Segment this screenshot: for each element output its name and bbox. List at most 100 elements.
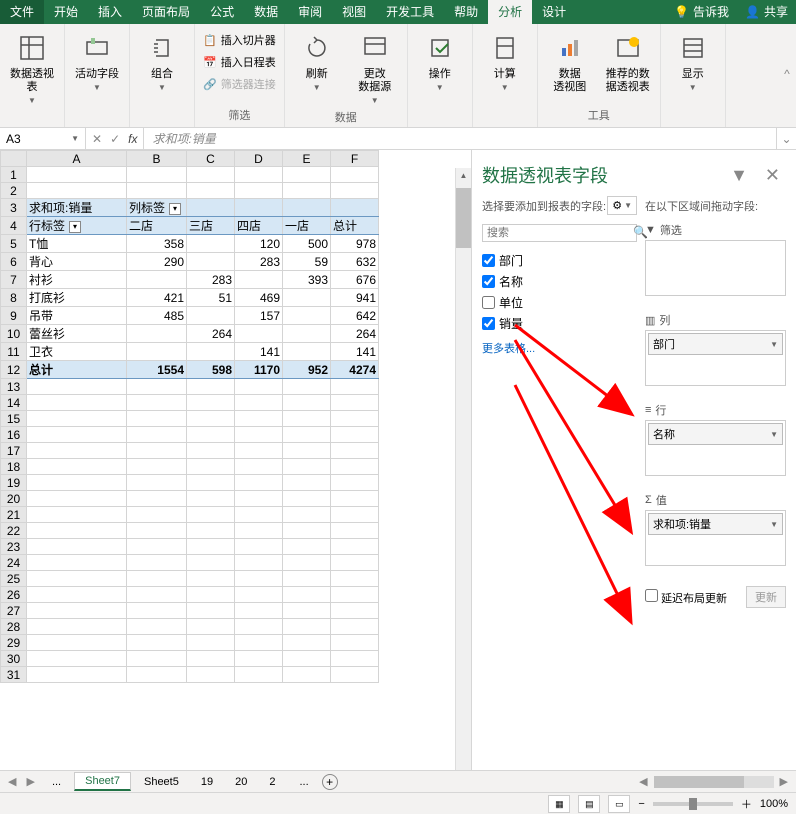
pivot-col-label[interactable]: 列标签▾ <box>127 199 187 217</box>
cell[interactable] <box>331 183 379 199</box>
pivot-data-cell[interactable]: 500 <box>283 235 331 253</box>
pivot-data-cell[interactable]: 283 <box>235 253 283 271</box>
cell[interactable] <box>187 523 235 539</box>
row-header[interactable]: 3 <box>1 199 27 217</box>
pivot-row-item[interactable]: 打底衫 <box>27 289 127 307</box>
row-header[interactable]: 10 <box>1 325 27 343</box>
cell[interactable] <box>283 539 331 555</box>
cell[interactable] <box>127 587 187 603</box>
cell[interactable] <box>331 587 379 603</box>
col-header[interactable]: A <box>27 151 127 167</box>
normal-view-button[interactable]: ▦ <box>548 795 570 813</box>
pivot-data-cell[interactable] <box>187 343 235 361</box>
cell[interactable] <box>127 491 187 507</box>
cell[interactable] <box>235 475 283 491</box>
col-filter-dropdown[interactable]: ▾ <box>169 203 181 215</box>
cell[interactable] <box>283 427 331 443</box>
cell[interactable] <box>187 619 235 635</box>
cell[interactable] <box>127 651 187 667</box>
field-checkbox[interactable] <box>482 317 495 330</box>
pivot-col-header[interactable]: 四店 <box>235 217 283 235</box>
pivot-grand-total-cell[interactable]: 598 <box>187 361 235 379</box>
tab-view[interactable]: 视图 <box>332 0 376 24</box>
field-checkbox[interactable] <box>482 296 495 309</box>
collapse-ribbon-button[interactable]: ^ <box>778 24 796 127</box>
cell[interactable] <box>331 667 379 683</box>
pivot-grand-total-cell[interactable]: 1170 <box>235 361 283 379</box>
row-header[interactable]: 11 <box>1 343 27 361</box>
pivot-data-cell[interactable]: 283 <box>187 271 235 289</box>
defer-layout-checkbox[interactable]: 延迟布局更新 <box>645 589 727 606</box>
tab-help[interactable]: 帮助 <box>444 0 488 24</box>
row-header[interactable]: 19 <box>1 475 27 491</box>
cell[interactable] <box>187 443 235 459</box>
row-header[interactable]: 29 <box>1 635 27 651</box>
row-header[interactable]: 6 <box>1 253 27 271</box>
pane-tools-button[interactable]: ⚙▼ <box>607 196 637 215</box>
horizontal-scrollbar[interactable] <box>654 776 774 788</box>
field-checkbox[interactable] <box>482 254 495 267</box>
cell[interactable] <box>127 539 187 555</box>
pivot-grand-total-label[interactable]: 总计 <box>27 361 127 379</box>
col-header[interactable]: D <box>235 151 283 167</box>
cell[interactable] <box>283 635 331 651</box>
sheet-tab[interactable]: 2 <box>258 773 286 791</box>
row-header[interactable]: 22 <box>1 523 27 539</box>
cell[interactable] <box>27 411 127 427</box>
pivot-data-cell[interactable] <box>187 235 235 253</box>
cell[interactable] <box>283 651 331 667</box>
cell[interactable] <box>235 539 283 555</box>
cell[interactable] <box>187 411 235 427</box>
cell[interactable] <box>27 571 127 587</box>
cell[interactable] <box>331 571 379 587</box>
field-item[interactable]: 单位 <box>482 292 637 313</box>
cell[interactable] <box>127 635 187 651</box>
expand-formula-bar[interactable]: ⌄ <box>776 128 796 149</box>
update-button[interactable]: 更新 <box>746 586 786 608</box>
pivot-row-item[interactable]: 衬衫 <box>27 271 127 289</box>
cell[interactable] <box>127 603 187 619</box>
pivot-data-cell[interactable] <box>127 271 187 289</box>
cell[interactable] <box>235 443 283 459</box>
cell[interactable] <box>27 539 127 555</box>
sheet-tab-active[interactable]: Sheet7 <box>74 772 131 791</box>
cell[interactable] <box>127 555 187 571</box>
cell[interactable] <box>235 491 283 507</box>
cell[interactable] <box>27 507 127 523</box>
cell[interactable] <box>283 555 331 571</box>
col-header[interactable]: E <box>283 151 331 167</box>
cell[interactable] <box>187 651 235 667</box>
row-header[interactable]: 25 <box>1 571 27 587</box>
tab-dev[interactable]: 开发工具 <box>376 0 444 24</box>
tab-page-layout[interactable]: 页面布局 <box>132 0 200 24</box>
cell[interactable] <box>127 667 187 683</box>
cell[interactable] <box>235 587 283 603</box>
cell[interactable] <box>283 667 331 683</box>
row-header[interactable]: 4 <box>1 217 27 235</box>
cell[interactable] <box>331 491 379 507</box>
tab-analyze[interactable]: 分析 <box>488 0 532 24</box>
cell[interactable] <box>331 411 379 427</box>
cell[interactable] <box>235 167 283 183</box>
row-header[interactable]: 8 <box>1 289 27 307</box>
cell[interactable] <box>331 443 379 459</box>
tab-design[interactable]: 设计 <box>532 0 576 24</box>
cell[interactable] <box>331 619 379 635</box>
pivot-data-cell[interactable]: 264 <box>187 325 235 343</box>
cell[interactable] <box>235 507 283 523</box>
row-header[interactable]: 18 <box>1 459 27 475</box>
close-pane-button[interactable]: ✕ <box>759 165 786 185</box>
vertical-scrollbar[interactable]: ▲ <box>455 168 471 770</box>
field-item[interactable]: 销量 <box>482 313 637 334</box>
cell[interactable] <box>331 555 379 571</box>
cell[interactable] <box>127 183 187 199</box>
sheet-tab[interactable]: Sheet5 <box>133 773 190 791</box>
rows-chip[interactable]: 名称▼ <box>648 423 783 445</box>
cell[interactable] <box>187 507 235 523</box>
col-header[interactable]: C <box>187 151 235 167</box>
cell[interactable] <box>235 379 283 395</box>
cell[interactable] <box>187 459 235 475</box>
insert-slicer-button[interactable]: 📋插入切片器 <box>199 30 280 50</box>
cell[interactable] <box>187 667 235 683</box>
pivot-row-item[interactable]: T恤 <box>27 235 127 253</box>
